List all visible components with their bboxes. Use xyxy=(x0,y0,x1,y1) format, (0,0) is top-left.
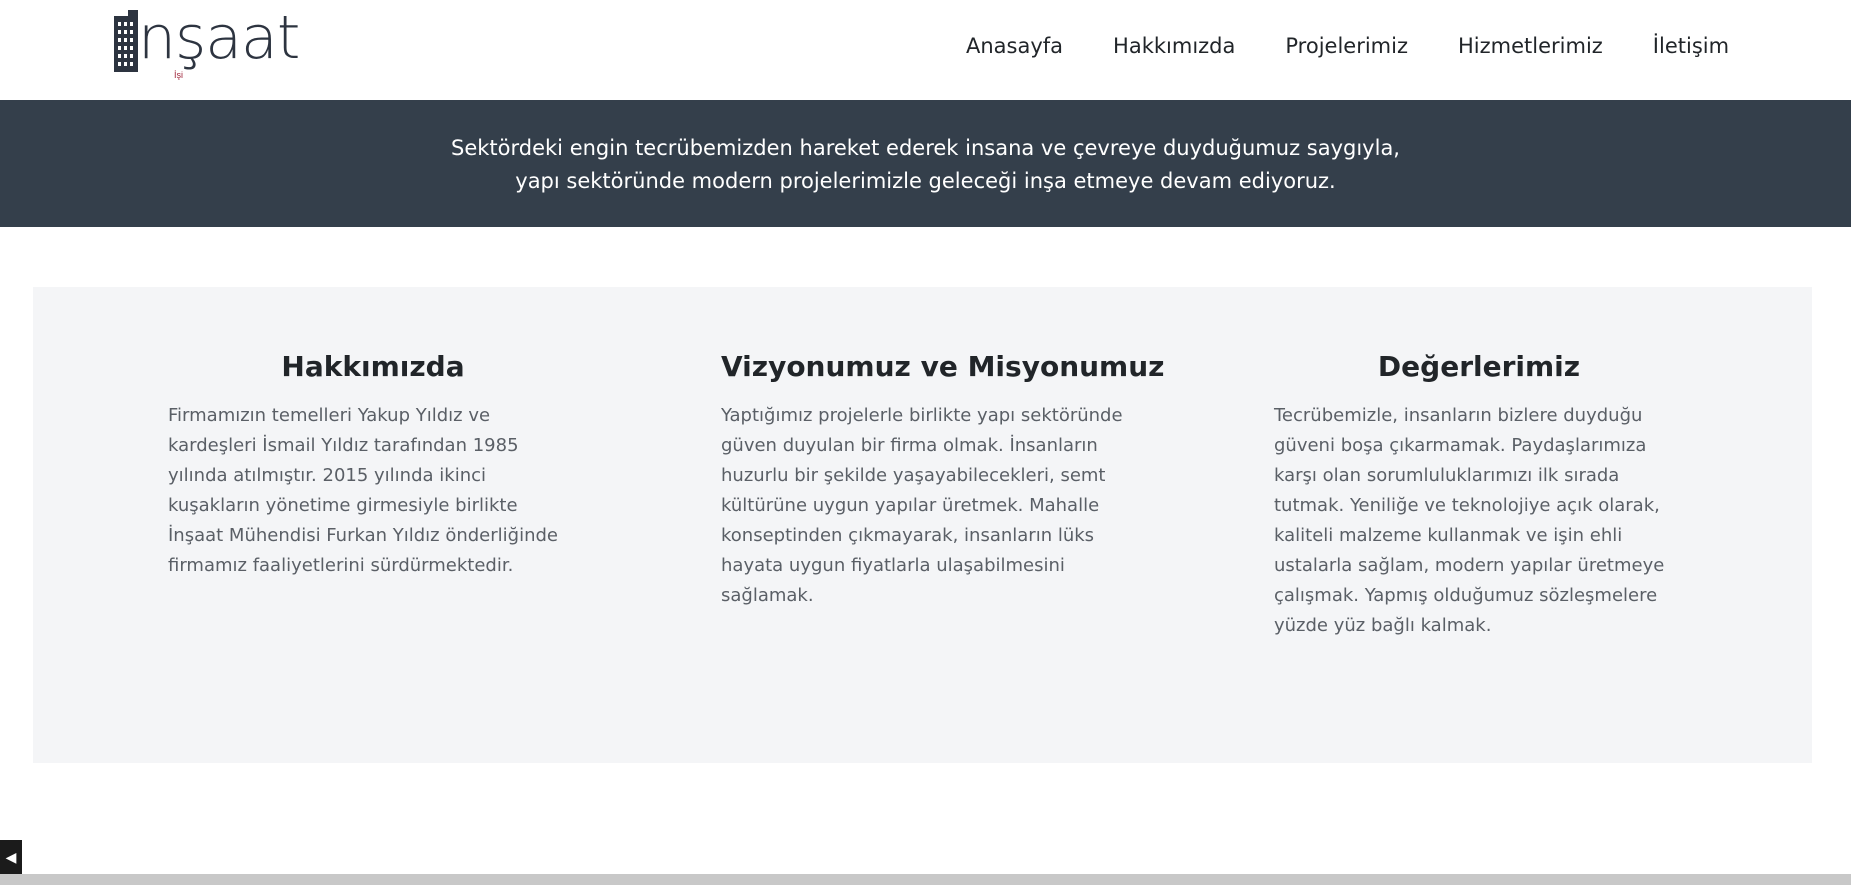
nav-item-projelerimiz[interactable]: Projelerimiz xyxy=(1285,30,1408,62)
banner-text-line-1: Sektördeki engin tecrübemizden hareket e… xyxy=(451,136,1400,160)
site-header: nşaat İşi Anasayfa Hakkımızda Projelerim… xyxy=(0,0,1851,100)
nav-item-anasayfa[interactable]: Anasayfa xyxy=(966,30,1063,62)
nav-item-hizmetlerimiz[interactable]: Hizmetlerimiz xyxy=(1458,30,1603,62)
bottom-scrollbar[interactable] xyxy=(0,874,1851,885)
banner-text-line-2: yapı sektöründe modern projelerimizle ge… xyxy=(515,169,1336,193)
vision-column: Vizyonumuz ve Misyonumuz Yaptığımız proj… xyxy=(721,347,1165,611)
main-nav: Anasayfa Hakkımızda Projelerimiz Hizmetl… xyxy=(966,30,1729,62)
logo-wordmark: nşaat xyxy=(138,3,300,73)
info-section: Hakkımızda Firmamızın temelleri Yakup Yı… xyxy=(33,287,1812,763)
site-logo[interactable]: nşaat İşi xyxy=(114,3,300,84)
about-column: Hakkımızda Firmamızın temelleri Yakup Yı… xyxy=(168,347,578,581)
play-left-icon[interactable]: ◀ xyxy=(0,840,22,874)
vision-text: Yaptığımız projelerle birlikte yapı sekt… xyxy=(721,405,1123,606)
values-column: Değerlerimiz Tecrübemizle, insanların bi… xyxy=(1274,347,1684,641)
nav-item-iletisim[interactable]: İletişim xyxy=(1653,30,1729,62)
values-title: Değerlerimiz xyxy=(1377,350,1581,383)
values-text: Tecrübemizle, insanların bizlere duyduğu… xyxy=(1274,405,1665,636)
hero-banner: Sektördeki engin tecrübemizden hareket e… xyxy=(0,100,1851,227)
about-text: Firmamızın temelleri Yakup Yıldız ve kar… xyxy=(168,405,558,576)
nav-item-hakkimizda[interactable]: Hakkımızda xyxy=(1113,30,1235,62)
building-icon xyxy=(114,10,138,72)
about-title: Hakkımızda xyxy=(281,350,465,383)
logo-subtext: İşi xyxy=(174,70,183,80)
vision-title: Vizyonumuz ve Misyonumuz xyxy=(721,350,1165,383)
